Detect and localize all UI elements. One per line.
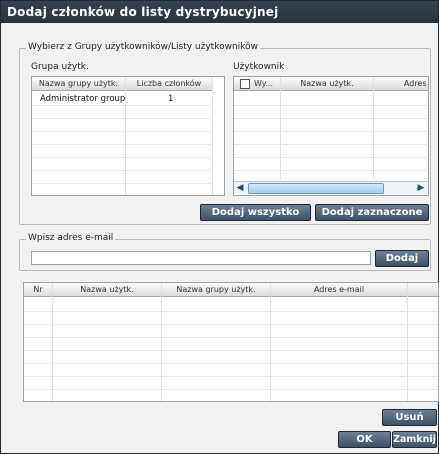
add-email-button[interactable]: Dodaj — [375, 250, 429, 267]
col-divider — [280, 77, 281, 180]
member-count-cell: 1 — [168, 94, 174, 104]
col-number[interactable]: Nr — [24, 283, 53, 296]
user-label: Użytkownik — [233, 62, 285, 72]
ok-button[interactable]: OK — [338, 431, 391, 448]
row-line — [32, 157, 212, 158]
add-selected-button[interactable]: Dodaj zaznaczone — [315, 204, 429, 221]
row-line — [32, 170, 212, 171]
user-table-header: Wy... Nazwa użytk. Adres e — [234, 77, 428, 91]
row-line — [234, 144, 428, 145]
horizontal-scrollbar[interactable]: ◀ ▶ — [234, 181, 428, 194]
title-bar: Dodaj członków do listy dystrybucyjnej — [1, 1, 438, 23]
dialog-window: Dodaj członków do listy dystrybucyjnej W… — [0, 0, 439, 454]
col-divider — [373, 77, 374, 180]
row-line — [24, 363, 438, 364]
members-table-header: Nr Nazwa użytk. Nazwa grupy użytk. Adres… — [24, 283, 438, 297]
col-divider — [270, 283, 271, 401]
close-button[interactable]: Zamknij — [392, 431, 437, 448]
select-all-checkbox[interactable] — [240, 79, 250, 89]
members-table[interactable]: Nr Nazwa użytk. Nazwa grupy użytk. Adres… — [23, 282, 439, 402]
add-all-button[interactable]: Dodaj wszystko — [200, 204, 311, 221]
user-table[interactable]: Wy... Nazwa użytk. Adres e ◀ ▶ — [233, 76, 429, 196]
email-section-legend: Wpisz adres e-mail — [26, 233, 116, 243]
col-user-name[interactable]: Nazwa użytk. — [53, 283, 162, 296]
email-input[interactable] — [31, 251, 371, 265]
row-line — [24, 324, 438, 325]
col-divider — [212, 77, 213, 195]
col-member-count[interactable]: Liczba członków — [126, 77, 213, 90]
scroll-thumb[interactable] — [248, 183, 384, 194]
scroll-left-icon[interactable]: ◀ — [234, 182, 246, 194]
row-line — [24, 389, 438, 390]
col-group-name[interactable]: Nazwa grupy użytk. — [162, 283, 271, 296]
row-line — [234, 157, 428, 158]
row-line — [24, 311, 438, 312]
row-line — [234, 170, 428, 171]
row-line — [24, 376, 438, 377]
group-label: Grupa użytk. — [31, 62, 89, 72]
col-user-name[interactable]: Nazwa użytk. — [281, 77, 374, 90]
scroll-right-icon[interactable]: ▶ — [415, 182, 427, 194]
col-email[interactable]: Adres e-mail — [271, 283, 408, 296]
dialog-title: Dodaj członków do listy dystrybucyjnej — [7, 5, 279, 19]
row-line — [32, 105, 212, 106]
row-line — [234, 105, 428, 106]
select-section-legend: Wybierz z Grupy użytkowników/Listy użytk… — [26, 42, 260, 52]
col-divider — [161, 283, 162, 401]
remove-button[interactable]: Usuń — [382, 409, 437, 426]
row-line — [24, 337, 438, 338]
row-line — [24, 350, 438, 351]
col-divider — [52, 283, 53, 401]
group-table[interactable]: Nazwa grupy użytk. Liczba członków Admin… — [31, 76, 225, 196]
row-line — [234, 131, 428, 132]
row-line — [32, 131, 212, 132]
row-line — [32, 183, 212, 184]
col-select[interactable]: Wy... — [251, 77, 281, 90]
col-email[interactable]: Adres e — [374, 77, 428, 90]
row-line — [32, 118, 212, 119]
group-table-header: Nazwa grupy użytk. Liczba członków — [32, 77, 213, 91]
col-group-name[interactable]: Nazwa grupy użytk. — [32, 77, 126, 90]
group-name-cell: Administrator group — [40, 94, 126, 104]
col-divider — [407, 283, 408, 401]
row-line — [32, 144, 212, 145]
row-line — [234, 118, 428, 119]
